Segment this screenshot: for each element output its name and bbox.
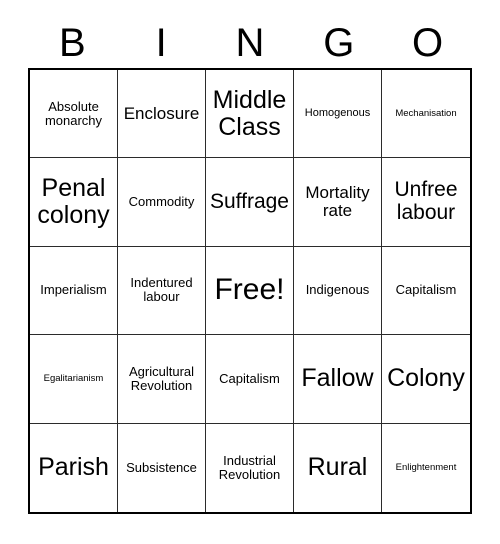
- bingo-cell-label: Indentured labour: [130, 275, 193, 305]
- bingo-cell-label: Fallow: [301, 364, 374, 393]
- bingo-header-cell-b: B: [28, 18, 117, 68]
- bingo-header-cell-n: N: [206, 18, 295, 68]
- bingo-cell[interactable]: Indigenous: [294, 246, 382, 336]
- bingo-cell[interactable]: Subsistence: [118, 423, 206, 512]
- bingo-header-letter: B: [59, 21, 86, 65]
- bingo-header-row: BINGO: [28, 18, 472, 68]
- bingo-cell-label: Unfree labour: [394, 178, 458, 225]
- bingo-cell[interactable]: Capitalism: [206, 335, 294, 424]
- bingo-cell[interactable]: Unfree labour: [382, 158, 470, 247]
- bingo-cell[interactable]: Indentured labour: [118, 246, 206, 336]
- bingo-cell-label: Indigenous: [305, 282, 370, 298]
- bingo-free-space-label: Free!: [214, 273, 285, 307]
- bingo-cell[interactable]: Egalitarianism: [30, 335, 118, 424]
- bingo-header-cell-g: G: [294, 18, 383, 68]
- bingo-cell[interactable]: Absolute monarchy: [30, 70, 118, 159]
- bingo-cell[interactable]: Rural: [294, 423, 382, 512]
- bingo-cell-label: Imperialism: [40, 282, 107, 298]
- bingo-cell-label: Rural: [307, 453, 368, 482]
- bingo-cell-label: Mechanisation: [395, 107, 457, 119]
- bingo-header-letter: O: [412, 21, 444, 65]
- bingo-cell-label: Middle Class: [212, 85, 287, 141]
- bingo-header-letter: N: [235, 21, 265, 65]
- bingo-cell[interactable]: Homogenous: [294, 70, 382, 159]
- bingo-cell-label: Industrial Revolution: [218, 452, 281, 482]
- bingo-cell-label: Subsistence: [126, 459, 197, 475]
- bingo-cell-label: Enclosure: [123, 103, 200, 123]
- bingo-free-space-cell[interactable]: Free!: [206, 246, 294, 336]
- bingo-cell-label: Egalitarianism: [43, 372, 104, 384]
- bingo-cell[interactable]: Mechanisation: [382, 70, 470, 159]
- bingo-cell-label: Commodity: [128, 194, 195, 210]
- bingo-header-cell-o: O: [383, 18, 472, 68]
- bingo-cell-label: Colony: [387, 364, 465, 393]
- bingo-cell[interactable]: Suffrage: [206, 158, 294, 247]
- bingo-cell[interactable]: Industrial Revolution: [206, 423, 294, 512]
- bingo-grid: Absolute monarchy Enclosure Middle Class Ho…: [28, 68, 472, 514]
- bingo-cell-label: Penal colony: [37, 174, 110, 230]
- bingo-cell[interactable]: Colony: [382, 335, 470, 424]
- bingo-header-letter: G: [323, 21, 355, 65]
- bingo-cell[interactable]: Commodity: [118, 158, 206, 247]
- bingo-cell-label: Parish: [38, 453, 109, 482]
- bingo-header-letter: I: [155, 21, 167, 65]
- bingo-cell[interactable]: Mortality rate: [294, 158, 382, 247]
- bingo-cell-label: Mortality rate: [305, 182, 370, 221]
- bingo-cell-label: Absolute monarchy: [44, 98, 103, 128]
- bingo-card: B I N G O Absolute monarchy Enclosure Middle C…: [0, 0, 500, 544]
- bingo-header-cell-i: I: [117, 18, 206, 68]
- bingo-cell-label: Homogenous: [304, 106, 371, 119]
- bingo-cell[interactable]: Penal colony: [30, 158, 118, 247]
- bingo-cell-label: Capitalism: [219, 370, 280, 386]
- bingo-cell[interactable]: Agricultural Revolution: [118, 335, 206, 424]
- bingo-cell[interactable]: Enlightenment: [382, 423, 470, 512]
- bingo-cell[interactable]: Fallow: [294, 335, 382, 424]
- bingo-cell-label: Enlightenment: [395, 461, 457, 473]
- bingo-cell-label: Agricultural Revolution: [128, 363, 195, 393]
- bingo-cell[interactable]: Imperialism: [30, 246, 118, 336]
- bingo-cell[interactable]: Capitalism: [382, 246, 470, 336]
- bingo-cell-label: Suffrage: [209, 189, 289, 213]
- bingo-cell-label: Capitalism: [395, 282, 457, 298]
- bingo-cell[interactable]: Parish: [30, 423, 118, 512]
- bingo-cell[interactable]: Enclosure: [118, 70, 206, 159]
- bingo-cell[interactable]: Middle Class: [206, 70, 294, 159]
